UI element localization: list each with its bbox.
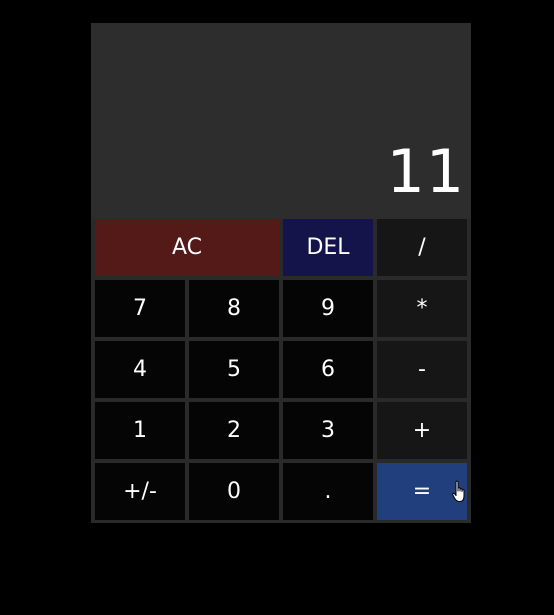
multiply-button[interactable]: *: [377, 280, 467, 337]
keypad: AC DEL / 7 8 9 * 4 5 6 - 1 2 3 + +/- 0 .…: [95, 219, 467, 520]
digit-1-button[interactable]: 1: [95, 402, 185, 459]
negate-button[interactable]: +/-: [95, 463, 185, 520]
calculator: 11 AC DEL / 7 8 9 * 4 5 6 - 1 2 3 + +/- …: [91, 23, 471, 523]
digit-3-button[interactable]: 3: [283, 402, 373, 459]
hand-pointer-icon: [452, 480, 465, 502]
display-value: 11: [386, 137, 465, 207]
divide-button[interactable]: /: [377, 219, 467, 276]
digit-6-button[interactable]: 6: [283, 341, 373, 398]
decimal-button[interactable]: .: [283, 463, 373, 520]
delete-button[interactable]: DEL: [283, 219, 373, 276]
subtract-button[interactable]: -: [377, 341, 467, 398]
digit-7-button[interactable]: 7: [95, 280, 185, 337]
add-button[interactable]: +: [377, 402, 467, 459]
digit-9-button[interactable]: 9: [283, 280, 373, 337]
display-panel: 11: [91, 23, 471, 219]
digit-0-button[interactable]: 0: [189, 463, 279, 520]
digit-5-button[interactable]: 5: [189, 341, 279, 398]
digit-4-button[interactable]: 4: [95, 341, 185, 398]
clear-all-button[interactable]: AC: [95, 219, 279, 276]
digit-2-button[interactable]: 2: [189, 402, 279, 459]
digit-8-button[interactable]: 8: [189, 280, 279, 337]
